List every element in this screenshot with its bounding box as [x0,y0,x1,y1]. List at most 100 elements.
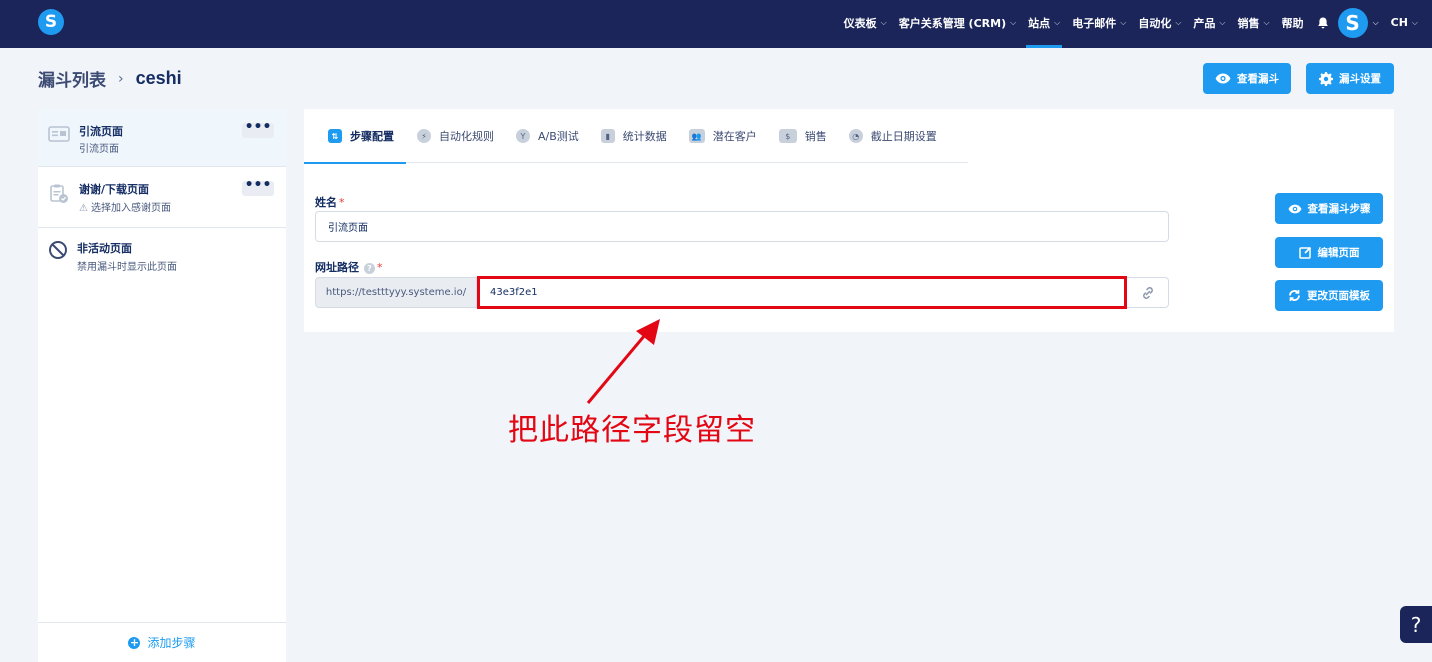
add-step-label: 添加步骤 [147,636,196,650]
funnel-steps-sidebar: 引流页面 引流页面 ••• 谢谢/下载页面 ⚠ 选择加入感谢页面 ••• 非活动页… [38,109,286,662]
nav-label: 帮助 [1281,16,1304,30]
edit-icon [1298,246,1311,259]
step-subtitle: 禁用漏斗时显示此页面 [77,262,177,273]
bell-icon[interactable] [1316,16,1330,30]
page-title: ceshi [135,68,182,88]
step-subtitle: 引流页面 [79,144,119,155]
chevron-down-icon[interactable]: ⌵ [1373,18,1379,28]
nav-label: 销售 [1237,16,1260,30]
block-icon [48,240,70,262]
edit-page-label: 编辑页面 [1317,247,1360,259]
required-mark: * [377,261,383,274]
split-icon: Y [516,129,530,143]
step-title: 非活动页面 [77,242,132,255]
step-menu-button[interactable]: ••• [242,178,274,196]
funnel-step-squeeze[interactable]: 引流页面 引流页面 ••• [38,109,286,167]
path-label-text: 网址路径 [315,261,359,274]
tab-label: 潜在客户 [712,130,757,143]
breadcrumb: 漏斗列表 › ceshi [38,66,182,91]
nav-label: 站点 [1028,16,1051,30]
nav-item-automation[interactable]: 自动化 ⌵ [1132,0,1187,45]
nav-label: 客户关系管理 (CRM) [898,16,1007,30]
change-template-label: 更改页面模板 [1307,290,1370,302]
nav-item-sales[interactable]: 销售 ⌵ [1231,0,1275,45]
edit-page-button[interactable]: 编辑页面 [1275,237,1383,268]
view-funnel-label: 查看漏斗 [1237,73,1279,85]
chevron-down-icon: ⌵ [1263,17,1270,27]
nav-item-sites[interactable]: 站点 ⌵ [1022,0,1066,48]
lightning-icon: ⚡ [417,129,431,143]
warning-icon: ⚠ [79,203,88,214]
path-prefix: https://testttyyy.systeme.io/ [315,277,477,308]
nav-label: 产品 [1193,16,1216,30]
path-input[interactable]: 43e3f2e1 [477,276,1127,309]
chevron-right-icon: › [118,70,124,87]
language-label: CH [1390,16,1408,29]
clock-icon: ◔ [848,129,863,143]
name-field[interactable]: 引流页面 [315,211,1169,242]
annotation-text: 把此路径字段留空 [508,413,756,448]
tab-label: A/B测试 [538,130,579,143]
top-navbar: S 仪表板 ⌵ 客户关系管理 (CRM) ⌵ 站点 ⌵ 电子邮件 ⌵ 自动化 ⌵ 产品 ⌵ … [0,0,1432,48]
view-funnel-steps-label: 查看漏斗步骤 [1307,203,1371,215]
eye-icon [1288,204,1301,213]
step-title: 引流页面 [79,125,123,138]
chevron-down-icon: ⌵ [1120,17,1127,27]
nav-item-products[interactable]: 产品 ⌵ [1187,0,1231,45]
tab-deadline-settings[interactable]: ◔ 截止日期设置 [838,109,948,163]
step-subtitle-text: 选择加入感谢页面 [90,203,171,214]
step-menu-button[interactable]: ••• [242,120,274,138]
change-template-button[interactable]: 更改页面模板 [1275,280,1383,311]
tab-sales[interactable]: $ 销售 [768,109,838,163]
tab-automation-rules[interactable]: ⚡ 自动化规则 [406,109,505,163]
nav-item-email[interactable]: 电子邮件 ⌵ [1066,0,1132,45]
view-funnel-button[interactable]: 查看漏斗 [1203,63,1291,94]
step-title: 谢谢/下载页面 [79,183,150,196]
tab-ab-test[interactable]: Y A/B测试 [505,109,590,163]
path-label: 网址路径? * [315,259,383,275]
tab-label: 自动化规则 [439,130,494,143]
users-icon: 👥 [688,129,705,143]
link-icon[interactable] [1127,277,1169,308]
add-step-button[interactable]: + 添加步骤 [38,622,286,662]
chevron-down-icon: ⌵ [1175,17,1182,27]
help-button[interactable]: ? [1400,606,1432,643]
chevron-down-icon: ⌵ [880,17,887,27]
language-selector[interactable]: CH ⌵ [1385,0,1424,45]
dollar-icon: $ [778,129,797,143]
name-label-text: 姓名 [315,196,337,209]
refresh-icon [1289,290,1300,301]
step-tabs: ⇅ 步骤配置 ⚡ 自动化规则 Y A/B测试 ▮ 统计数据 👥 潜在客户 $ 销售 ◔ 截止日… [304,109,968,164]
nav-menu: 仪表板 ⌵ 客户关系管理 (CRM) ⌵ 站点 ⌵ 电子邮件 ⌵ 自动化 ⌵ 产品 ⌵ 销售… [838,0,1424,48]
plus-icon: + [128,635,141,649]
funnel-step-thank-you[interactable]: 谢谢/下载页面 ⚠ 选择加入感谢页面 ••• [38,167,286,228]
tab-label: 统计数据 [622,130,667,143]
clipboard-check-icon [48,183,70,205]
tab-label: 步骤配置 [350,130,394,143]
nav-label: 电子邮件 [1072,16,1117,30]
funnel-step-inactive[interactable]: 非活动页面 禁用漏斗时显示此页面 [38,228,286,284]
nav-item-dashboard[interactable]: 仪表板 ⌵ [838,0,893,45]
sliders-icon: ⇅ [328,129,342,143]
tab-statistics[interactable]: ▮ 统计数据 [590,109,678,163]
tab-leads[interactable]: 👥 潜在客户 [678,109,768,163]
step-subtitle: ⚠ 选择加入感谢页面 [79,199,171,214]
view-funnel-steps-button[interactable]: 查看漏斗步骤 [1275,193,1383,224]
bar-chart-icon: ▮ [600,129,615,143]
step-config-card: ⇅ 步骤配置 ⚡ 自动化规则 Y A/B测试 ▮ 统计数据 👥 潜在客户 $ 销售 ◔ 截止日… [304,109,1394,332]
nav-item-help[interactable]: 帮助 [1276,0,1310,45]
systeme-logo[interactable]: S [38,9,64,35]
tab-step-config[interactable]: ⇅ 步骤配置 [304,109,406,164]
breadcrumb-funnel-list[interactable]: 漏斗列表 [38,66,106,91]
page-icon [48,125,70,147]
avatar[interactable]: S [1337,7,1368,38]
funnel-settings-button[interactable]: 漏斗设置 [1306,63,1394,94]
chevron-down-icon: ⌵ [1219,17,1226,27]
eye-icon [1215,73,1231,84]
help-icon[interactable]: ? [364,262,375,274]
nav-label: 仪表板 [843,16,877,30]
required-mark: * [339,196,345,209]
chevron-down-icon: ⌵ [1054,17,1061,27]
nav-label: 自动化 [1138,16,1172,30]
nav-item-crm[interactable]: 客户关系管理 (CRM) ⌵ [893,0,1022,45]
